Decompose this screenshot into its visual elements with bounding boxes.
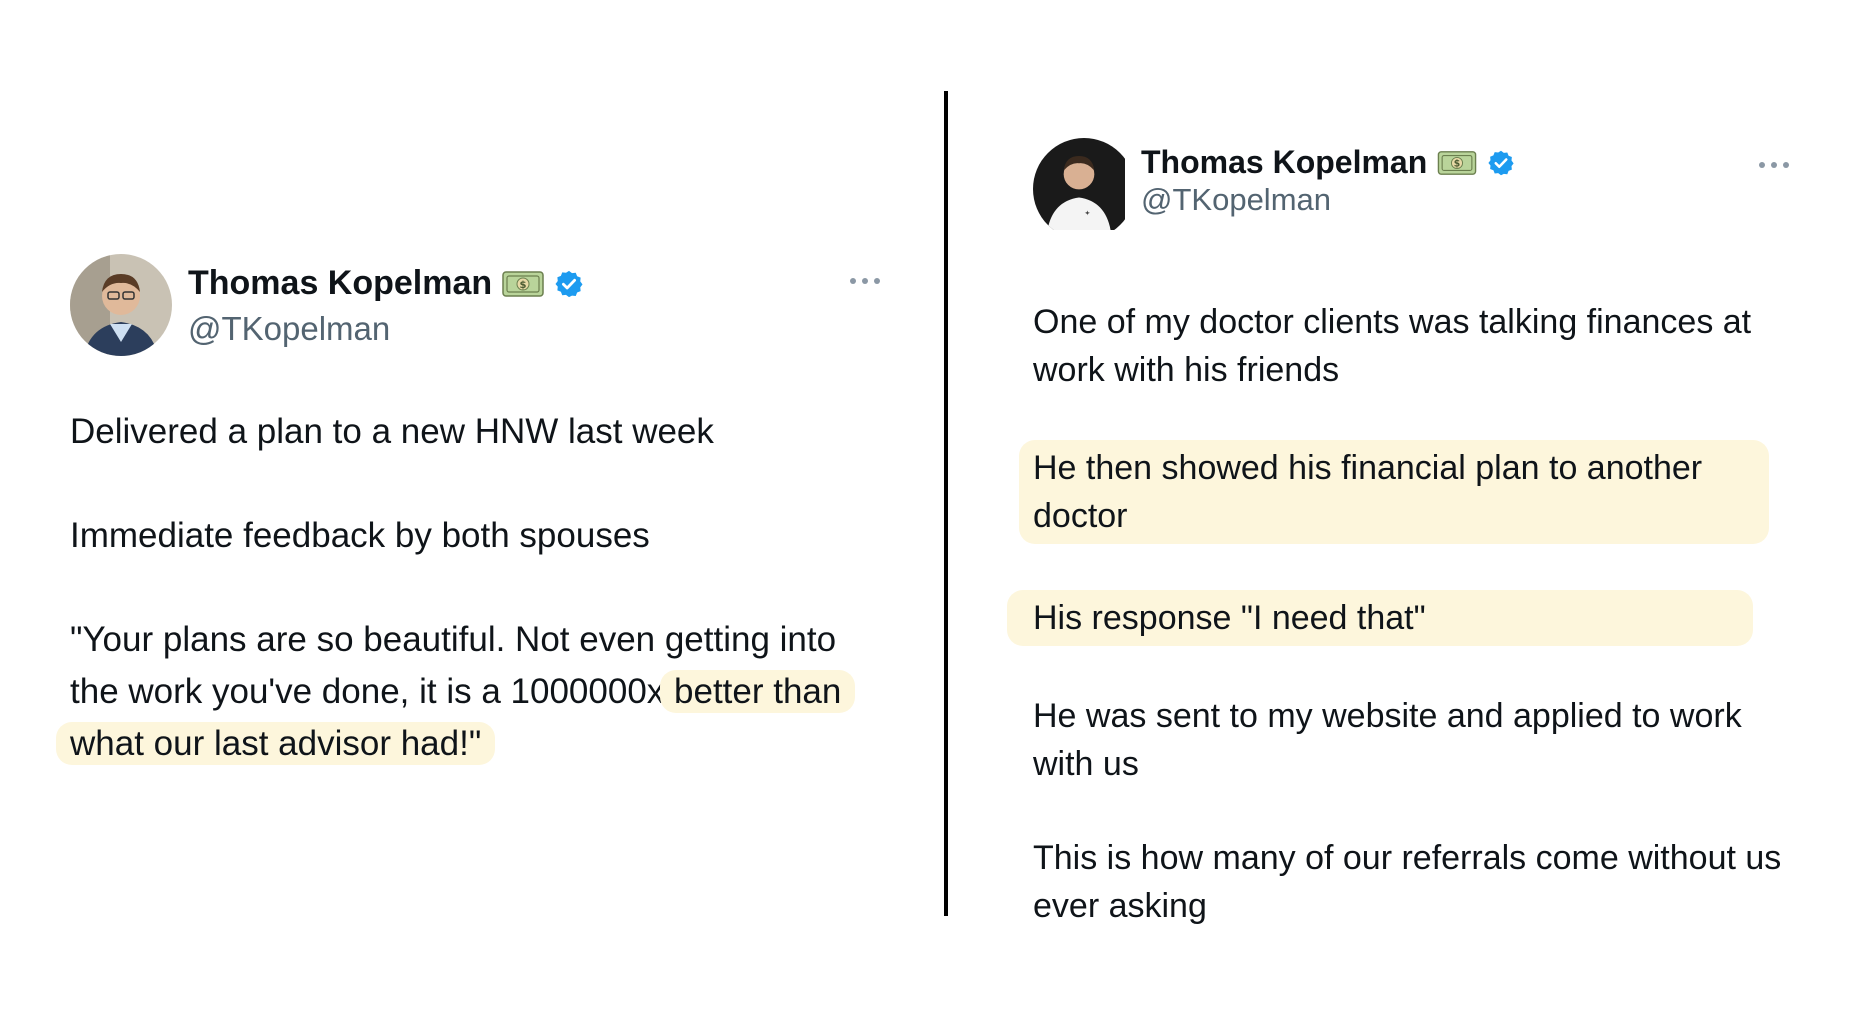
tweet-body: One of my doctor clients was talking fin… bbox=[1007, 298, 1793, 930]
handle[interactable]: @TKopelman bbox=[188, 310, 390, 348]
tweet-header: ✦ Thomas Kopelman $ @TKopelman bbox=[1033, 138, 1793, 238]
display-name[interactable]: Thomas Kopelman bbox=[1141, 144, 1427, 181]
avatar[interactable]: ✦ bbox=[1033, 138, 1135, 240]
dollar-banknote-icon: $ bbox=[1437, 150, 1477, 176]
verified-badge-icon bbox=[1487, 149, 1515, 177]
left-tweet: Thomas Kopelman $ @TKopelman Delivered a… bbox=[56, 254, 880, 770]
name-row: Thomas Kopelman $ bbox=[1141, 144, 1515, 181]
svg-text:$: $ bbox=[520, 280, 527, 291]
handle[interactable]: @TKopelman bbox=[1141, 182, 1331, 218]
avatar[interactable] bbox=[70, 254, 172, 356]
more-options-icon[interactable] bbox=[1755, 154, 1793, 176]
tweet-header: Thomas Kopelman $ @TKopelman bbox=[70, 254, 880, 356]
name-row: Thomas Kopelman $ bbox=[188, 264, 584, 303]
display-name[interactable]: Thomas Kopelman bbox=[188, 264, 492, 303]
svg-text:$: $ bbox=[1454, 158, 1460, 169]
dollar-banknote-icon: $ bbox=[502, 270, 544, 298]
svg-text:✦: ✦ bbox=[1084, 209, 1090, 218]
verified-badge-icon bbox=[554, 269, 584, 299]
more-options-icon[interactable] bbox=[846, 270, 884, 292]
right-tweet: ✦ Thomas Kopelman $ @TKopelman One of my… bbox=[1007, 138, 1793, 930]
tweet-paragraph: One of my doctor clients was talking fin… bbox=[1033, 303, 1752, 389]
tweet-paragraph: Delivered a plan to a new HNW last week bbox=[70, 412, 714, 451]
tweet-paragraph: He was sent to my website and applied to… bbox=[1033, 697, 1742, 783]
tweet-quote: "Your plans are so beautiful. Not even g… bbox=[56, 614, 870, 770]
tweet-paragraph: Immediate feedback by both spouses bbox=[70, 516, 650, 555]
highlighted-paragraph: He then showed his financial plan to ano… bbox=[1019, 440, 1769, 544]
tweet-paragraph: This is how many of our referrals come w… bbox=[1033, 839, 1782, 925]
divider bbox=[944, 91, 948, 916]
highlighted-paragraph: His response "I need that" bbox=[1007, 590, 1753, 646]
tweet-body: Delivered a plan to a new HNW last week … bbox=[56, 406, 870, 770]
